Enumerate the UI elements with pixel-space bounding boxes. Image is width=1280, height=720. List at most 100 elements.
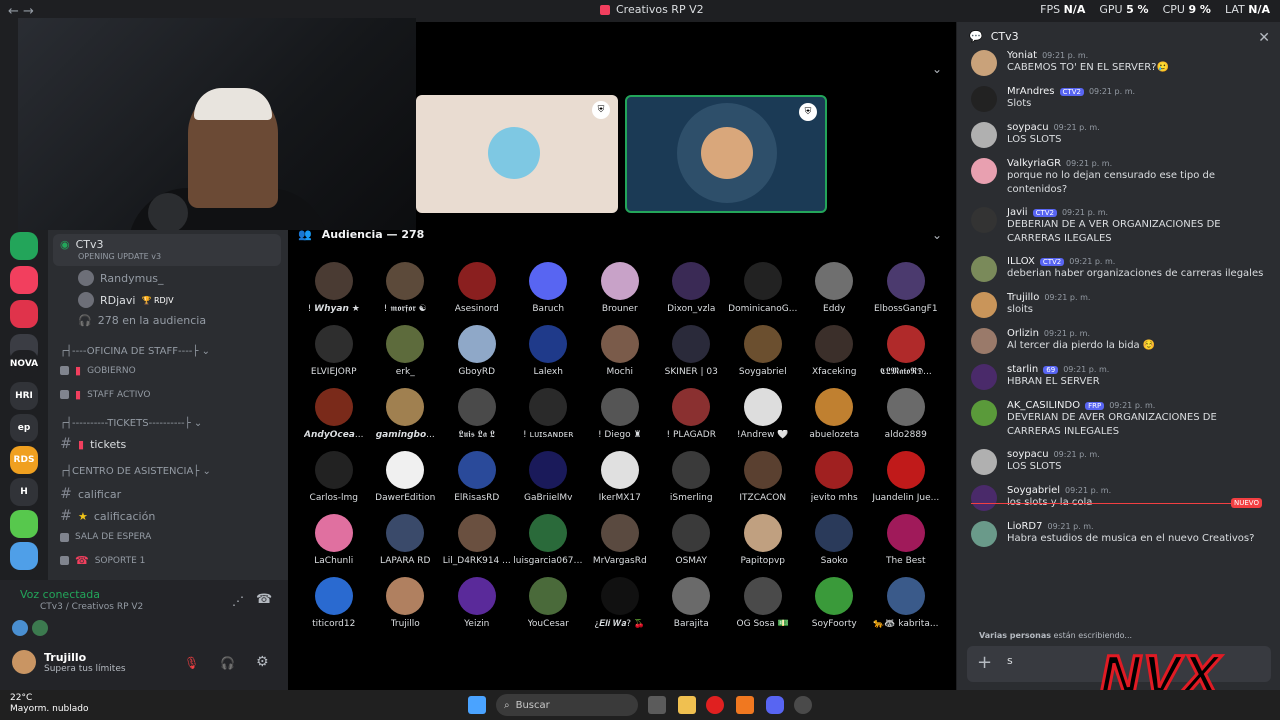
server-icon-3[interactable]: [10, 300, 38, 328]
chat-message[interactable]: Javii CTV2 09:21 p. m. DEBERIAN DE A VER OR…: [971, 207, 1271, 246]
audience-member[interactable]: GboyRD: [441, 325, 513, 377]
channel-calificar[interactable]: # calificar: [60, 486, 121, 502]
audience-member[interactable]: ! Diego ♜: [584, 388, 656, 440]
audience-member[interactable]: Dixon_vzla: [656, 262, 728, 314]
app-icon[interactable]: [794, 696, 812, 714]
audience-member[interactable]: Papitopvp: [727, 514, 799, 566]
chat-message[interactable]: Orlizin 09:21 p. m. Al tercer dia pierdo l…: [971, 328, 1271, 354]
channel-soporte-1[interactable]: ☎ SOPORTE 1: [60, 554, 145, 567]
chat-message[interactable]: AK_CASILINDO FRP 09:21 p. m. DEVERIAN DE AV…: [971, 400, 1271, 439]
message-author[interactable]: LioRD7: [1007, 521, 1042, 532]
audience-member[interactable]: Lil_D4RK914 ...: [441, 514, 513, 566]
audience-member[interactable]: ! PLAGADR: [656, 388, 728, 440]
audience-member[interactable]: Saoko: [799, 514, 871, 566]
speaker-tile[interactable]: ⛨: [416, 95, 618, 213]
audience-member[interactable]: SKINER | 03: [656, 325, 728, 377]
audience-member[interactable]: 𝕷𝖚𝖎𝖘 𝕷𝖆 𝕷: [441, 388, 513, 440]
avatar[interactable]: [971, 485, 997, 511]
channel-calificacion[interactable]: # ★ calificación: [60, 508, 155, 524]
audience-member[interactable]: erk_: [370, 325, 442, 377]
add-attachment-icon[interactable]: +: [977, 652, 992, 673]
avatar[interactable]: [971, 400, 997, 426]
avatar[interactable]: [971, 328, 997, 354]
audience-member[interactable]: ELVIEJORP: [298, 325, 370, 377]
audience-member[interactable]: 𝘼𝙣𝙙𝙮𝙊𝙘𝙚𝙖...: [298, 388, 370, 440]
chat-message[interactable]: soypacu 09:21 p. m. LOS SLOTS: [971, 122, 1271, 148]
message-author[interactable]: Javii: [1007, 207, 1028, 218]
chat-message[interactable]: Trujillo 09:21 p. m. sloits: [971, 292, 1271, 318]
audience-member[interactable]: The Best: [870, 514, 942, 566]
avatar[interactable]: [971, 158, 997, 184]
chat-message[interactable]: MrAndres CTV2 09:21 p. m. Slots: [971, 86, 1271, 112]
server-h[interactable]: H: [10, 478, 38, 506]
server-icon-5[interactable]: [10, 510, 38, 538]
audience-member[interactable]: YouCesar: [513, 577, 585, 629]
message-author[interactable]: Orlizin: [1007, 328, 1039, 339]
message-author[interactable]: MrAndres: [1007, 86, 1055, 97]
audience-member[interactable]: ¿𝑬𝒍𝒊 𝑾𝒂? 🍒: [584, 577, 656, 629]
audience-member[interactable]: OG Sosa 💵: [727, 577, 799, 629]
settings-gear-icon[interactable]: ⚙: [256, 654, 269, 670]
chat-message[interactable]: starlin 69 09:21 p. m. HBRAN EL SERVER: [971, 364, 1271, 390]
audience-member[interactable]: ! 𝖒𝖔𝖗𝖋𝖔𝖗 ☯: [370, 262, 442, 314]
audience-member[interactable]: aldo2889: [870, 388, 942, 440]
audience-member[interactable]: ITZCACON: [727, 451, 799, 503]
audience-member[interactable]: luisgarcia06761: [513, 514, 585, 566]
avatar[interactable]: [971, 86, 997, 112]
audience-member[interactable]: ! ʟᴜɪꜱᴀɴᴅᴇʀ: [513, 388, 585, 440]
file-explorer-icon[interactable]: [678, 696, 696, 714]
audience-member[interactable]: SoyFoorty: [799, 577, 871, 629]
server-icon-2[interactable]: [10, 266, 38, 294]
audience-member[interactable]: iSmerling: [656, 451, 728, 503]
avatar[interactable]: [12, 620, 28, 636]
audience-member[interactable]: Xfaceking: [799, 325, 871, 377]
audience-member[interactable]: OSMAY: [656, 514, 728, 566]
message-author[interactable]: soypacu: [1007, 122, 1049, 133]
server-rds[interactable]: RDS: [10, 446, 38, 474]
chevron-down-icon[interactable]: ⌄: [932, 228, 942, 242]
category-asistencia[interactable]: ┌┤CENTRO DE ASISTENCIA├ ⌄: [60, 466, 211, 477]
voice-channel-name[interactable]: ◉ CTv3: [60, 238, 104, 251]
voice-member[interactable]: RDjavi 🏆 RDJV: [78, 292, 174, 308]
audience-member[interactable]: Lalexh: [513, 325, 585, 377]
avatar[interactable]: [971, 449, 997, 475]
chat-message[interactable]: soypacu 09:21 p. m. LOS SLOTS: [971, 449, 1271, 475]
channel-tickets[interactable]: # ▮ tickets: [60, 436, 126, 452]
nav-arrows[interactable]: ← →: [8, 4, 48, 19]
voice-location[interactable]: CTv3 / Creativos RP V2: [40, 602, 143, 612]
audience-member[interactable]: 🐆🦝 kabrita...: [870, 577, 942, 629]
avatar[interactable]: [971, 207, 997, 233]
server-hri[interactable]: HRI: [10, 382, 38, 410]
audience-member[interactable]: DawerEdition: [370, 451, 442, 503]
weather-widget[interactable]: 22°C Mayorm. nublado: [10, 693, 89, 715]
voice-member[interactable]: Randymus_: [78, 270, 164, 286]
category-tickets[interactable]: ┌┤----------TICKETS----------├ ⌄: [60, 418, 202, 429]
windows-start-icon[interactable]: [468, 696, 486, 714]
avatar[interactable]: [971, 521, 997, 547]
message-author[interactable]: starlin: [1007, 364, 1038, 375]
audience-member[interactable]: LaChunli: [298, 514, 370, 566]
message-author[interactable]: AK_CASILINDO: [1007, 400, 1080, 411]
close-icon[interactable]: ✕: [1258, 30, 1270, 46]
audience-member[interactable]: 𝕮𝕷𝕸𝖆𝖙𝖔𝕽𝕯...: [870, 325, 942, 377]
audience-member[interactable]: Juandelin Jue...: [870, 451, 942, 503]
audience-member[interactable]: LAPARA RD: [370, 514, 442, 566]
audience-member[interactable]: titicord12: [298, 577, 370, 629]
audience-member[interactable]: GaBriielMv: [513, 451, 585, 503]
chat-message[interactable]: LioRD7 09:21 p. m. Habra estudios de music…: [971, 521, 1271, 547]
speaker-tile-active[interactable]: ⛨: [625, 95, 827, 213]
audience-member[interactable]: ElbossGangF1: [870, 262, 942, 314]
channel-sala-espera[interactable]: SALA DE ESPERA: [60, 532, 151, 542]
audience-member[interactable]: Carlos-lmg: [298, 451, 370, 503]
avatar[interactable]: [971, 256, 997, 282]
message-author[interactable]: ValkyriaGR: [1007, 158, 1061, 169]
server-nova[interactable]: NOVA: [10, 350, 38, 378]
task-view-icon[interactable]: [648, 696, 666, 714]
audience-member[interactable]: Soygabriel: [727, 325, 799, 377]
mute-icon[interactable]: 🎙: [184, 656, 199, 670]
avatar[interactable]: [971, 122, 997, 148]
chat-message[interactable]: Soygabriel09:21 p. m.los slots y la cola: [971, 485, 1271, 511]
user-area[interactable]: Trujillo Supera tus límites: [12, 650, 126, 674]
audience-member[interactable]: Barajita: [656, 577, 728, 629]
message-author[interactable]: Trujillo: [1007, 292, 1039, 303]
